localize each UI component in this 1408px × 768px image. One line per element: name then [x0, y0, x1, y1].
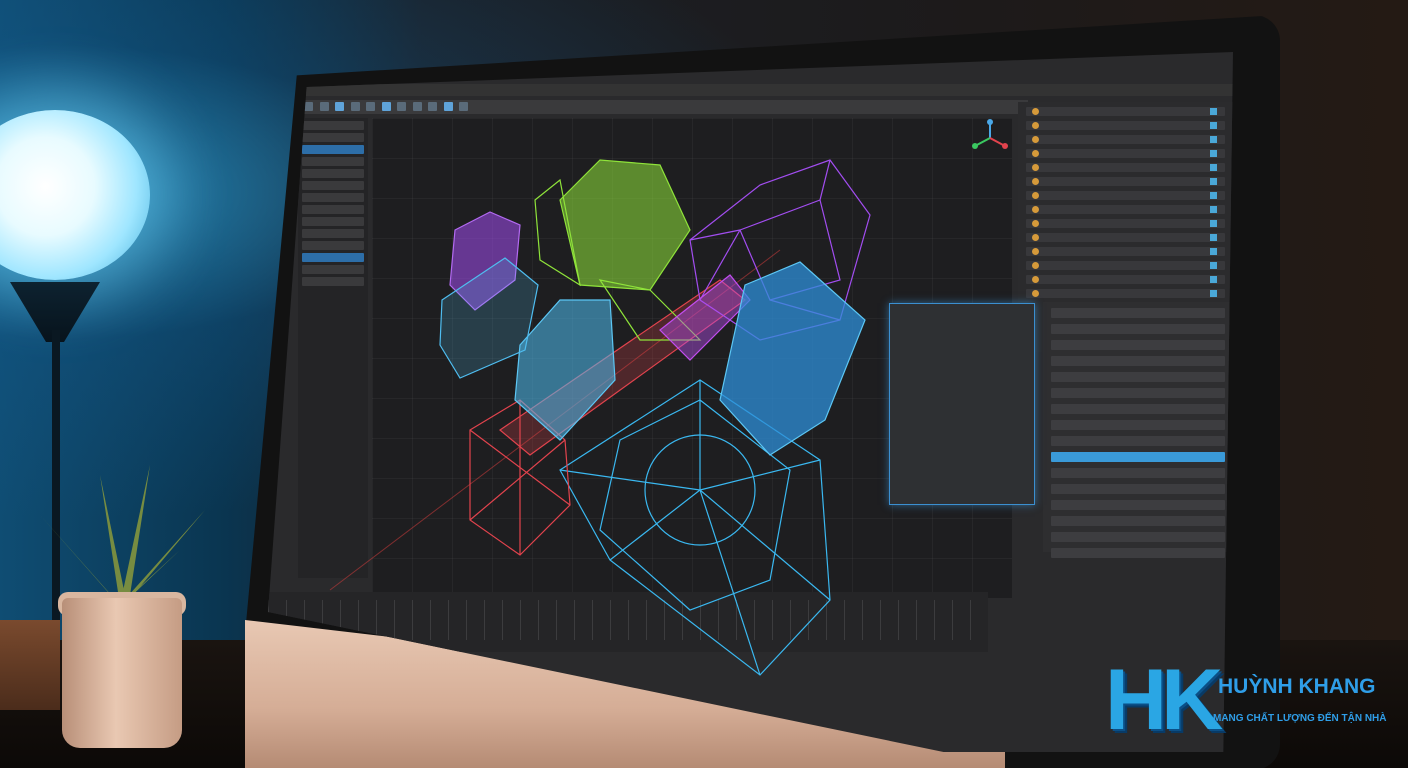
brand-slogan: MANG CHẤT LƯỢNG ĐẾN TẬN NHÀ	[1213, 713, 1387, 724]
brand-name: HUỲNH KHANG	[1218, 675, 1376, 698]
brand-logo: HK HUỲNH KHANG MANG CHẤT LƯỢNG ĐẾN TẬN N…	[1105, 655, 1405, 750]
logo-letters: HK	[1105, 652, 1223, 748]
background-scene: HK HUỲNH KHANG MANG CHẤT LƯỢNG ĐẾN TẬN N…	[0, 0, 1408, 768]
navigation-gizmo-icon[interactable]	[965, 118, 1015, 158]
preview-window[interactable]	[889, 303, 1035, 505]
